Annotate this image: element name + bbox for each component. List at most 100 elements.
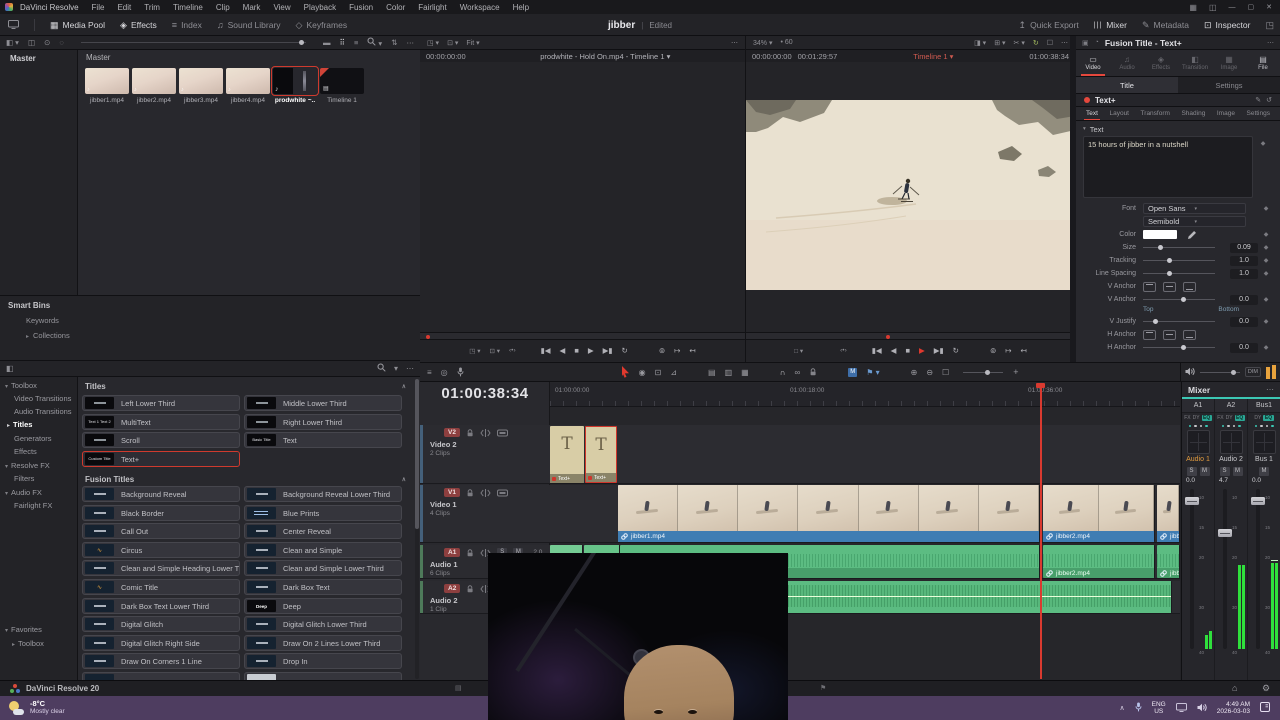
param-h-anchor-keyframe[interactable]: ◆ [1258, 344, 1274, 351]
track-badge-A2[interactable]: A2 [444, 584, 461, 593]
previous-edit-button[interactable]: ↤ [689, 346, 695, 355]
stop-button[interactable]: ■ [905, 346, 910, 355]
go-to-first-frame-button[interactable]: ▮◀ [541, 346, 551, 355]
viewer-mode-icon[interactable]: ◳ ▾ [469, 347, 480, 355]
track-lock-icon[interactable] [466, 488, 474, 497]
textplus-tab-image[interactable]: Image [1217, 110, 1235, 117]
home-icon[interactable]: ⌂ [1232, 683, 1237, 693]
mixer-channel-tab-A1[interactable]: A1 [1182, 399, 1214, 413]
match-frame-button[interactable]: ⊚ [659, 346, 665, 355]
search-icon[interactable]: ▾ [367, 37, 382, 48]
mixer-dy-button[interactable]: DY [1254, 415, 1261, 421]
anchor-option[interactable] [1183, 329, 1196, 340]
source-clip-title[interactable]: prodwhite - Hold On.mp4 - Timeline 1 ▾ [472, 52, 739, 61]
node-enable-toggle[interactable] [1084, 97, 1090, 103]
bin-master[interactable]: Master [0, 50, 77, 63]
fx-tree-toolbox[interactable]: ▾ Toolbox [0, 381, 78, 390]
split-clip-icon[interactable]: ✂ ▾ [1014, 39, 1025, 47]
power-bins-icon[interactable]: ◫ [28, 38, 35, 47]
microphone-icon[interactable] [1135, 699, 1142, 717]
timeline-zoom-out-icon[interactable]: ⊖ [926, 368, 933, 377]
color-swatch[interactable] [1143, 230, 1177, 239]
usage-icon[interactable]: ⊙ [44, 38, 50, 47]
panel-toggle-icon[interactable]: ◧ [6, 364, 14, 373]
smart-bin-keywords[interactable]: Keywords [0, 310, 420, 325]
fx-tree-audio-fx[interactable]: ▾ Audio FX [0, 488, 78, 497]
anchor-option[interactable] [1143, 281, 1156, 292]
timeline-clip-video[interactable]: jibber1.mp4 [618, 485, 1040, 542]
more-options-icon[interactable]: ⋯ [1267, 39, 1274, 47]
loop-button[interactable]: ↻ [622, 346, 628, 355]
match-frame-button[interactable]: ⊚ [990, 346, 996, 355]
inspector-subtab-settings[interactable]: Settings [1178, 77, 1280, 93]
media-clip-jibber3-mp4[interactable]: ♪ jibber3.mp4 [179, 68, 223, 104]
gang-icon[interactable]: ⊡ ▾ [490, 347, 501, 355]
taskbar-weather-widget[interactable]: -8°C Mostly clear [0, 700, 65, 716]
text-section-header[interactable]: ▾ Text [1076, 123, 1280, 135]
go-to-last-frame-button[interactable]: ▶▮ [603, 346, 613, 355]
title-item-scroll[interactable]: Scroll [82, 432, 240, 448]
filmstrip-view-icon[interactable]: ▬ [323, 38, 331, 47]
fusion-title-comic-title[interactable]: ∿ Comic Title [82, 579, 240, 595]
textplus-tab-layout[interactable]: Layout [1109, 110, 1129, 117]
mixer-mute-button[interactable]: M [1259, 467, 1269, 476]
marker-color-button[interactable]: M [848, 367, 858, 377]
refresh-icon[interactable]: ↻ [1033, 39, 1039, 47]
loop-button[interactable]: ↻ [953, 346, 959, 355]
menu-fairlight[interactable]: Fairlight [418, 3, 446, 12]
mixer-dy-button[interactable]: DY [1226, 415, 1233, 421]
collapse-icon[interactable]: ∧ [402, 476, 406, 483]
param-line-spacing-slider[interactable] [1143, 270, 1215, 276]
anchor-option[interactable] [1163, 329, 1176, 340]
textplus-tab-shading[interactable]: Shading [1181, 110, 1205, 117]
reset-icon[interactable]: ↺ [1266, 96, 1272, 104]
fx-tree-favorites[interactable]: ▾ Favorites [0, 625, 78, 634]
linked-selection-toggle[interactable]: ∞ [794, 368, 800, 377]
media-clip-prodwhite-[interactable]: ♪ prodwhite ~.. [271, 66, 319, 104]
textplus-tab-text[interactable]: Text [1084, 110, 1100, 120]
param-v-justify-keyframe[interactable]: ◆ [1258, 318, 1274, 325]
param-v-justify-slider[interactable] [1143, 318, 1215, 324]
fusion-title-dark-box-text-lower-third[interactable]: Dark Box Text Lower Third [82, 598, 240, 614]
mixer-pan-pad[interactable] [1186, 430, 1210, 454]
replace-clip-button[interactable]: ▦ [741, 368, 749, 377]
more-options-icon[interactable]: ⋯ [1266, 385, 1274, 394]
fusion-title-center-reveal[interactable]: Center Reveal [244, 523, 402, 539]
mixer-fader-handle[interactable] [1218, 529, 1232, 537]
more-options-icon[interactable]: ⋯ [407, 38, 415, 47]
next-edit-button[interactable]: ↦ [1005, 346, 1011, 355]
title-item-text[interactable]: Basic Title Text [244, 432, 402, 448]
search-icon[interactable] [377, 363, 386, 374]
safe-area-icon[interactable]: ☐ [1047, 39, 1053, 47]
media-clip-Timeline-1[interactable]: ▤ Timeline 1 [320, 68, 364, 104]
menu-timeline[interactable]: Timeline [173, 3, 203, 12]
title-item-middle-lower-third[interactable]: Middle Lower Third [244, 395, 402, 411]
restore-button[interactable]: ▢ [1248, 3, 1255, 11]
fusion-title-dark-box-text[interactable]: Dark Box Text [244, 579, 402, 595]
monitor-volume-slider[interactable] [1200, 369, 1240, 375]
track-lock-icon[interactable] [466, 428, 474, 437]
fx-tree-resolve-fx[interactable]: ▾ Resolve FX [0, 461, 78, 470]
fusion-title-deep[interactable]: Deep Deep [244, 598, 402, 614]
fusion-title-digital-glitch[interactable]: Digital Glitch [82, 616, 240, 632]
fusion-title-background-reveal[interactable]: Background Reveal [82, 486, 240, 502]
mixer-solo-button[interactable]: S [1219, 467, 1230, 476]
dim-button[interactable]: DIM [1244, 367, 1261, 377]
timeline-scrub-bar[interactable] [746, 332, 1075, 340]
snapping-toggle[interactable]: ∩ [780, 368, 786, 377]
fusion-title-blue-prints[interactable]: Blue Prints [244, 505, 402, 521]
close-button[interactable]: ✕ [1266, 3, 1272, 11]
media-clip-jibber2-mp4[interactable]: ♪ jibber2.mp4 [132, 68, 176, 104]
expand-icon[interactable]: ◳ [1265, 20, 1274, 31]
position-lock-toggle[interactable] [809, 368, 817, 376]
text-input[interactable]: 15 hours of jibber in a nutshell [1083, 136, 1253, 198]
track-enable-icon[interactable] [496, 489, 508, 497]
play-button[interactable]: ▶ [588, 346, 594, 355]
fusion-title-clean-and-simple[interactable]: Clean and Simple [244, 542, 402, 558]
menu-playback[interactable]: Playback [304, 3, 336, 12]
mixer-pan-pad[interactable] [1219, 430, 1243, 454]
timeline-clip-audio[interactable]: jibber2.mp4 [1043, 545, 1155, 578]
menu-color[interactable]: Color [386, 3, 405, 12]
keyframe-icon[interactable]: ◆ [1258, 231, 1274, 238]
notifications-icon[interactable] [1260, 699, 1270, 717]
